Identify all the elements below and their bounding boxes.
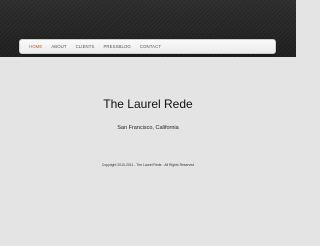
footer-copyright: Copyright 2010-2011 - The Laurel Rede - … — [101, 163, 195, 167]
nav-item-pressblog[interactable]: PRESSBLOG — [103, 44, 130, 49]
site-title: The Laurel Rede — [103, 97, 193, 111]
nav-item-clients[interactable]: CLIENTS — [76, 44, 95, 49]
site-location: San Francisco, California — [117, 125, 179, 131]
nav-item-home[interactable]: HOME — [29, 44, 42, 49]
nav-item-about[interactable]: ABOUT — [51, 44, 66, 49]
main-nav: HOME ABOUT CLIENTS PRESSBLOG CONTACT — [19, 39, 276, 54]
nav-item-contact[interactable]: CONTACT — [140, 44, 161, 49]
